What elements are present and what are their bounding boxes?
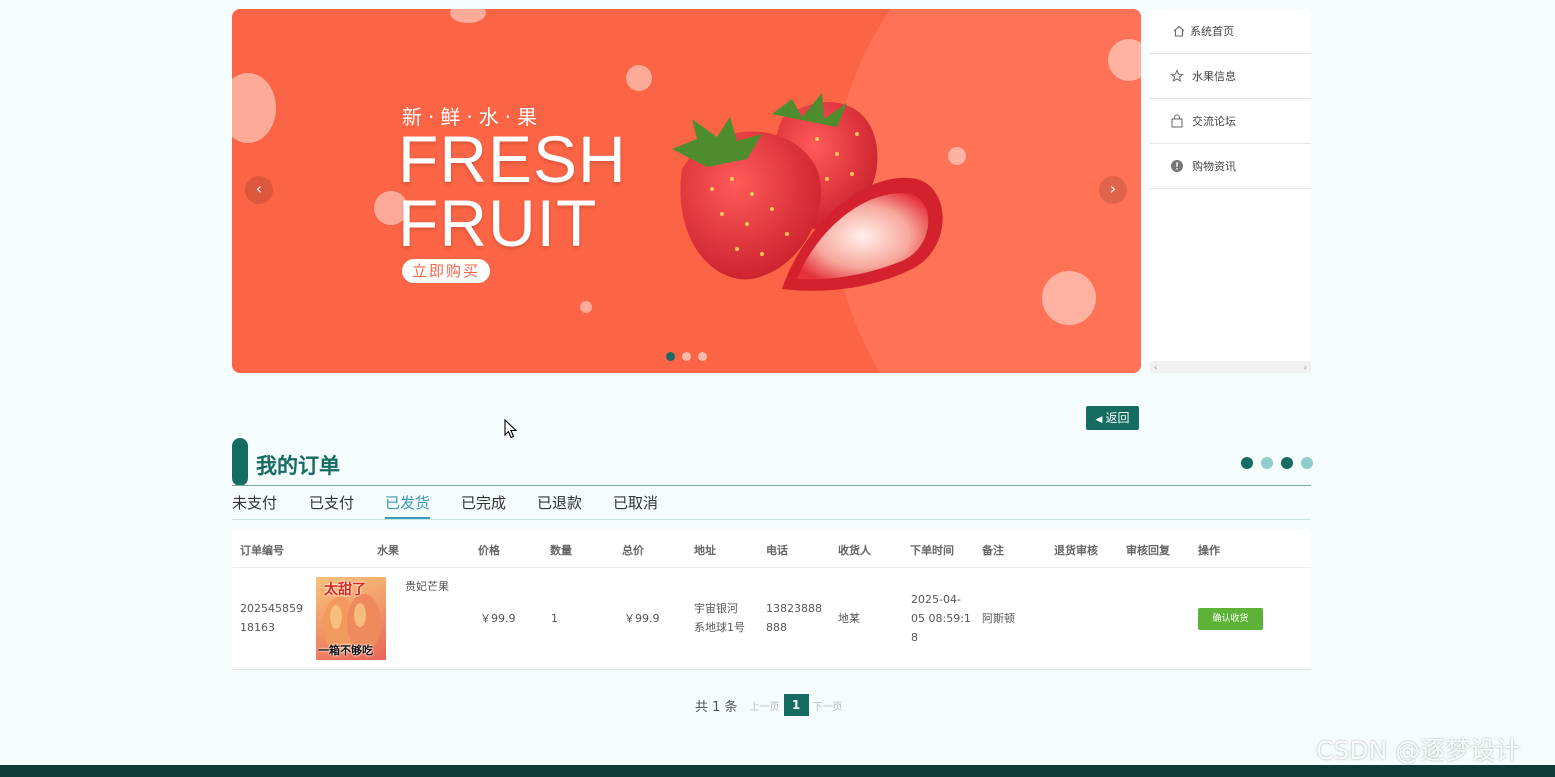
scroll-left-arrow[interactable]: ‹ (1150, 363, 1161, 372)
prev-page-button[interactable]: 上一页 (750, 698, 780, 713)
column-header: 退货审核 (1054, 544, 1098, 557)
order-status-tabs: 未支付 已支付 已发货 已完成 已退款 已取消 (232, 493, 1311, 520)
total-price: ￥99.9 (624, 612, 660, 625)
price: ￥99.9 (480, 612, 516, 625)
watermark: CSDN @逐梦设计 (1316, 736, 1521, 765)
thumbnail-caption-bottom: 一箱不够吃 (318, 644, 373, 657)
column-header: 总价 (622, 544, 644, 557)
tab-cancelled[interactable]: 已取消 (613, 493, 658, 518)
order-time: 2025-04- 05 08:59:1 8 (911, 590, 971, 647)
column-header: 地址 (694, 544, 716, 557)
banner-headline-line1: FRESH (398, 122, 627, 196)
caret-left-icon: ◀ (1095, 415, 1103, 425)
order-number-line: 18163 (240, 621, 275, 634)
fruit-name: 贵妃芒果 (405, 580, 449, 593)
banner-bubble (580, 301, 592, 313)
column-header: 备注 (982, 544, 1004, 557)
order-time-line: 2025-04- (911, 593, 961, 606)
column-header: 电话 (766, 544, 788, 557)
column-header: 操作 (1198, 544, 1220, 557)
section-title-divider (232, 485, 1311, 486)
menu-item-label: 水果信息 (1192, 70, 1236, 83)
remark: 阿斯顿 (982, 612, 1015, 625)
receiver: 地某 (838, 612, 860, 625)
banner-headline: FRESH FRUIT (398, 122, 627, 260)
table-header: 订单编号 水果 价格 数量 总价 地址 电话 收货人 下单时间 备注 退货审核 … (232, 529, 1311, 568)
back-button[interactable]: ◀ 返回 (1086, 406, 1139, 430)
page-number-button[interactable]: 1 (783, 694, 809, 716)
back-button-label: 返回 (1105, 411, 1130, 425)
next-page-button[interactable]: 下一页 (813, 698, 843, 713)
quantity: 1 (551, 612, 558, 625)
phone: 13823888 888 (766, 599, 822, 637)
column-header: 价格 (478, 544, 500, 557)
orders-table: 订单编号 水果 价格 数量 总价 地址 电话 收货人 下单时间 备注 退货审核 … (232, 529, 1311, 670)
tab-paid[interactable]: 已支付 (309, 493, 354, 518)
tab-unpaid[interactable]: 未支付 (232, 493, 277, 518)
column-header: 水果 (377, 544, 399, 557)
address: 宇宙银河 系地球1号 (694, 599, 745, 637)
order-time-line: 05 08:59:1 (911, 612, 971, 625)
column-header: 审核回复 (1126, 544, 1170, 557)
phone-line: 888 (766, 621, 787, 634)
banner-bubble (450, 9, 486, 23)
banner-next-button[interactable]: › (1099, 176, 1127, 204)
decor-dot (1261, 457, 1273, 469)
banner-pagination-dots (666, 352, 707, 361)
strawberry-illustration (672, 93, 943, 291)
address-line: 系地球1号 (694, 621, 745, 634)
table-row: 202545859 18163 太甜了 一箱不够吃 贵妃芒果 ￥99.9 1 ￥… (232, 568, 1311, 670)
decor-dot (1301, 457, 1313, 469)
banner-headline-line2: FRUIT (398, 186, 598, 260)
order-number: 202545859 18163 (240, 599, 303, 637)
banner-bubble (626, 65, 652, 91)
tab-refunded[interactable]: 已退款 (537, 493, 582, 518)
banner-dot[interactable] (666, 352, 675, 361)
menu-item-label: 系统首页 (1190, 25, 1234, 38)
column-header: 下单时间 (910, 544, 954, 557)
section-decor-dots (1241, 457, 1313, 469)
section-title-accent (232, 438, 248, 486)
banner-bubble (1042, 271, 1096, 325)
menu-item-label: 交流论坛 (1192, 115, 1236, 128)
buy-now-button[interactable]: 立即购买 (402, 259, 490, 283)
phone-line: 13823888 (766, 602, 822, 615)
menu-item-home[interactable]: 系统首页 (1150, 9, 1311, 54)
column-header: 订单编号 (240, 544, 284, 557)
mouse-cursor-icon (504, 419, 518, 439)
bag-icon (1170, 114, 1184, 128)
side-menu: 系统首页 水果信息 交流论坛 购物资讯 ‹ › (1150, 9, 1311, 373)
decor-dot (1241, 457, 1253, 469)
fruit-thumbnail[interactable]: 太甜了 一箱不够吃 (316, 577, 386, 660)
banner-carousel[interactable]: 新·鲜·水·果 FRESH FRUIT 立即购买 ‹ › (232, 9, 1141, 373)
column-header: 收货人 (838, 544, 871, 557)
address-line: 宇宙银河 (694, 602, 738, 615)
menu-item-fruit-info[interactable]: 水果信息 (1150, 54, 1311, 99)
side-menu-scrollbar[interactable]: ‹ › (1150, 361, 1311, 373)
home-icon (1172, 24, 1186, 38)
thumbnail-caption-top: 太甜了 (324, 582, 366, 598)
scroll-right-arrow[interactable]: › (1300, 363, 1311, 372)
order-number-line: 202545859 (240, 602, 303, 615)
menu-item-label: 购物资讯 (1192, 160, 1236, 173)
order-time-line: 8 (911, 631, 918, 644)
banner-prev-button[interactable]: ‹ (245, 176, 273, 204)
tab-shipped[interactable]: 已发货 (385, 493, 431, 519)
pagination: 共 1 条 上一页 1 下一页 (695, 694, 843, 716)
info-icon (1170, 159, 1184, 173)
tab-completed[interactable]: 已完成 (461, 493, 506, 518)
menu-item-forum[interactable]: 交流论坛 (1150, 99, 1311, 144)
decor-dot (1281, 457, 1293, 469)
banner-dot[interactable] (682, 352, 691, 361)
confirm-receipt-button[interactable]: 确认收货 (1198, 608, 1263, 630)
banner-dot[interactable] (698, 352, 707, 361)
banner-bubble (232, 73, 276, 143)
menu-item-shopping-news[interactable]: 购物资讯 (1150, 144, 1311, 189)
column-header: 数量 (550, 544, 572, 557)
star-icon (1170, 69, 1184, 83)
pagination-total: 共 1 条 (695, 699, 738, 715)
page-title: 我的订单 (256, 454, 340, 478)
